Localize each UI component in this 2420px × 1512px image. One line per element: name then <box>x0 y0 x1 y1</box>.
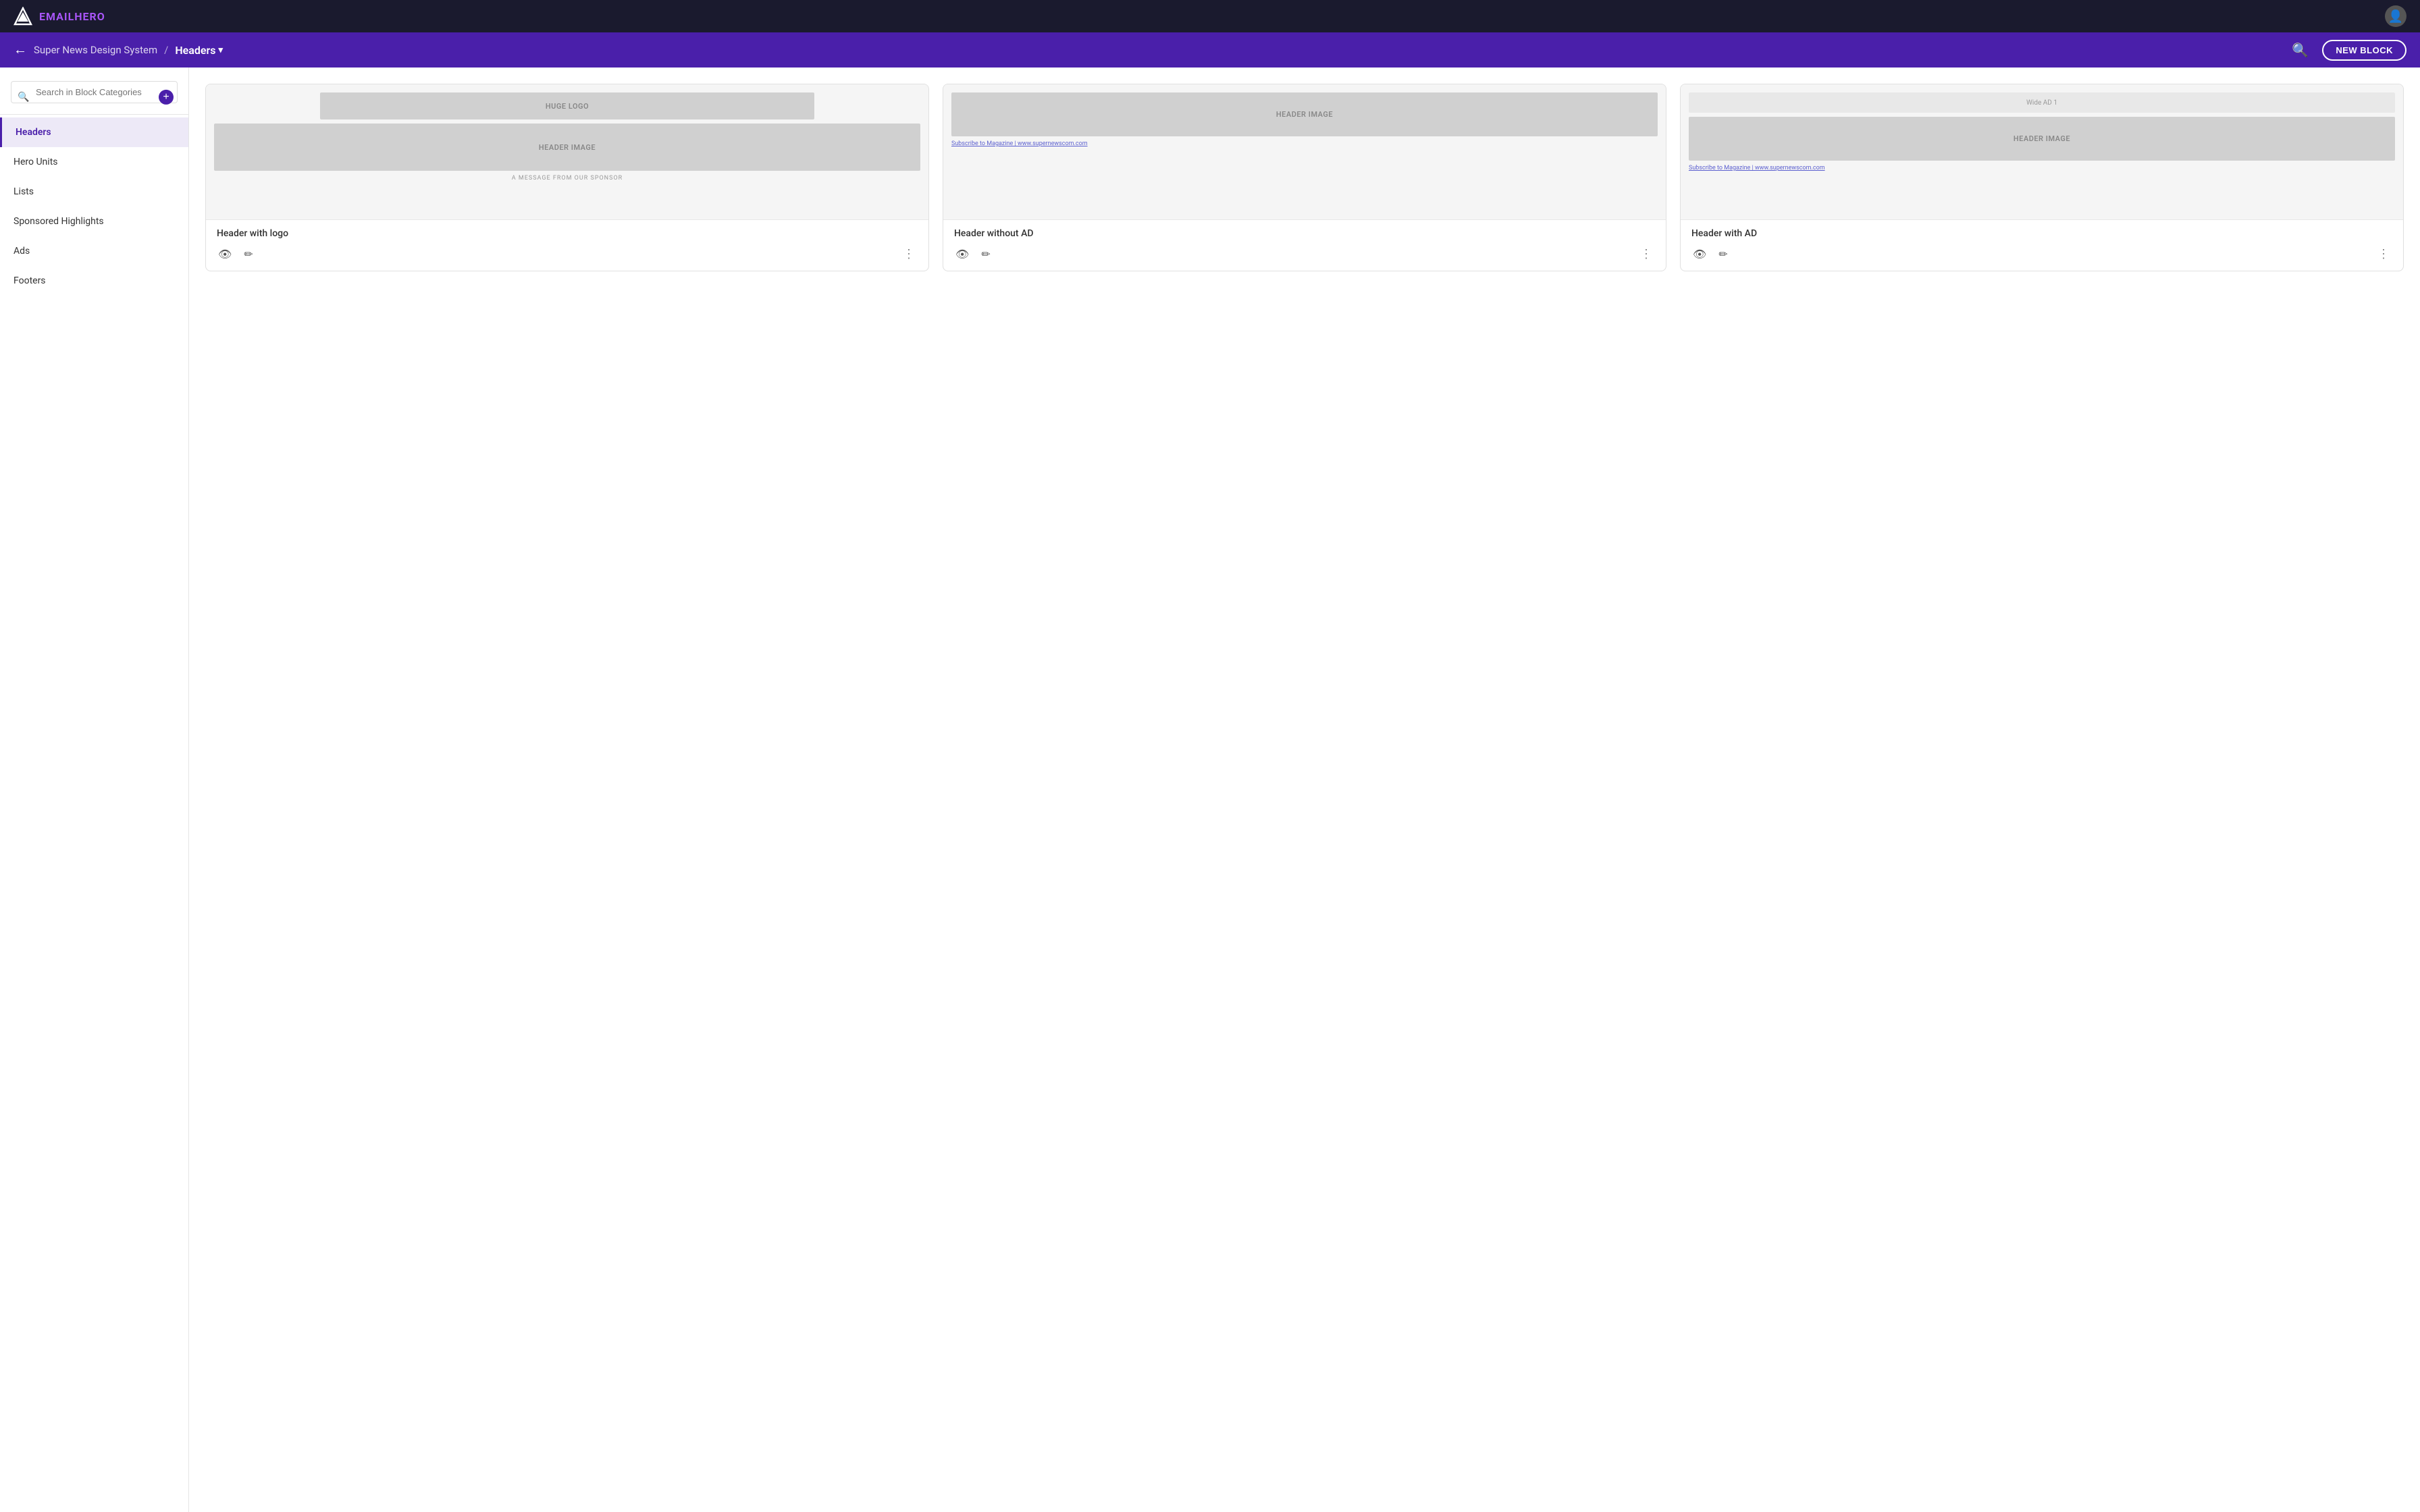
view-button-header-ad[interactable]: 👁 <box>1691 246 1708 263</box>
card-footer-header-logo: Header with logo 👁 ✏ ⋮ <box>206 219 928 271</box>
edit-button-header-logo[interactable]: ✏ <box>242 246 254 263</box>
breadcrumb-left: ← Super News Design System / Headers ▾ <box>14 43 223 57</box>
user-avatar[interactable]: 👤 <box>2385 5 2406 27</box>
breadcrumb-separator: / <box>164 44 168 56</box>
card-action-left-header-logo: 👁 ✏ <box>217 246 255 263</box>
sidebar-item-headers[interactable]: Headers <box>0 117 188 147</box>
main-layout: 🔍 + Headers Hero Units Lists Sponsored H… <box>0 68 2420 1512</box>
more-button-header-ad[interactable]: ⋮ <box>2375 246 2392 263</box>
card-title-header-ad: Header with AD <box>1691 228 2392 239</box>
breadcrumb-current: Headers ▾ <box>175 44 223 57</box>
top-navigation: EMAILHERO 👤 <box>0 0 2420 32</box>
eye-icon: 👁 <box>1693 248 1706 261</box>
eye-icon: 👁 <box>955 248 969 261</box>
card-actions-header-no-ad: 👁 ✏ ⋮ <box>954 246 1655 263</box>
edit-button-header-no-ad[interactable]: ✏ <box>980 246 991 263</box>
sidebar: 🔍 + Headers Hero Units Lists Sponsored H… <box>0 68 189 1512</box>
edit-button-header-ad[interactable]: ✏ <box>1717 246 1729 263</box>
card-actions-header-ad: 👁 ✏ ⋮ <box>1691 246 2392 263</box>
breadcrumb-right: 🔍 NEW BLOCK <box>2289 39 2406 61</box>
view-button-header-logo[interactable]: 👁 <box>217 246 233 263</box>
cards-grid: HUGE LOGO HEADER IMAGE A MESSAGE FROM OU… <box>205 84 2404 271</box>
card-header-without-ad: HEADER IMAGE Subscribe to Magazine | www… <box>943 84 1666 271</box>
edit-icon: ✏ <box>244 248 253 261</box>
search-icon: 🔍 <box>18 92 29 103</box>
edit-icon: ✏ <box>981 248 990 261</box>
sidebar-item-lists[interactable]: Lists <box>0 177 188 207</box>
sidebar-item-hero-units[interactable]: Hero Units <box>0 147 188 177</box>
card-action-left-ad: 👁 ✏ <box>1691 246 1729 263</box>
app-name: EMAILHERO <box>39 10 105 23</box>
sidebar-divider <box>0 114 188 115</box>
mock-header-image-logo: HEADER IMAGE <box>214 124 920 171</box>
search-add-button[interactable]: + <box>159 89 174 104</box>
search-button[interactable]: 🔍 <box>2289 39 2311 61</box>
card-actions-header-logo: 👁 ✏ ⋮ <box>217 246 918 263</box>
card-preview-header-ad: Wide AD 1 HEADER IMAGE Subscribe to Maga… <box>1681 84 2403 219</box>
mock-subscribe-links-ad: Subscribe to Magazine | www.supernewscom… <box>1689 165 2395 171</box>
content-area: HUGE LOGO HEADER IMAGE A MESSAGE FROM OU… <box>189 68 2420 1512</box>
card-title-header-no-ad: Header without AD <box>954 228 1655 239</box>
view-button-header-no-ad[interactable]: 👁 <box>954 246 970 263</box>
mock-header-image-ad: HEADER IMAGE <box>1689 117 2395 161</box>
mock-huge-logo: HUGE LOGO <box>320 92 814 119</box>
mock-sponsor-text: A MESSAGE FROM OUR SPONSOR <box>214 175 920 182</box>
card-header-with-ad: Wide AD 1 HEADER IMAGE Subscribe to Maga… <box>1680 84 2404 271</box>
mock-wide-ad: Wide AD 1 <box>1689 92 2395 113</box>
sidebar-item-sponsored-highlights[interactable]: Sponsored Highlights <box>0 207 188 236</box>
mock-header-image-no-ad: HEADER IMAGE <box>951 92 1658 136</box>
card-preview-header-logo: HUGE LOGO HEADER IMAGE A MESSAGE FROM OU… <box>206 84 928 219</box>
breadcrumb-parent: Super News Design System <box>34 44 157 56</box>
sidebar-item-footers[interactable]: Footers <box>0 266 188 296</box>
edit-icon: ✏ <box>1718 248 1727 261</box>
logo-area: EMAILHERO <box>14 7 105 26</box>
new-block-button[interactable]: NEW BLOCK <box>2322 40 2406 61</box>
eye-icon: 👁 <box>218 248 232 261</box>
card-header-with-logo: HUGE LOGO HEADER IMAGE A MESSAGE FROM OU… <box>205 84 929 271</box>
breadcrumb-bar: ← Super News Design System / Headers ▾ 🔍… <box>0 32 2420 68</box>
mock-links-no-ad: Subscribe to Magazine | www.supernewscom… <box>951 140 1658 147</box>
card-footer-header-ad: Header with AD 👁 ✏ ⋮ <box>1681 219 2403 271</box>
more-button-header-no-ad[interactable]: ⋮ <box>1637 246 1655 263</box>
logo-icon <box>14 7 32 26</box>
search-container: 🔍 + <box>0 81 188 114</box>
sidebar-item-ads[interactable]: Ads <box>0 236 188 266</box>
more-button-header-logo[interactable]: ⋮ <box>900 246 918 263</box>
card-title-header-logo: Header with logo <box>217 228 918 239</box>
back-button[interactable]: ← <box>14 43 27 57</box>
card-footer-header-no-ad: Header without AD 👁 ✏ ⋮ <box>943 219 1666 271</box>
card-action-left-no-ad: 👁 ✏ <box>954 246 992 263</box>
card-preview-header-no-ad: HEADER IMAGE Subscribe to Magazine | www… <box>943 84 1666 219</box>
search-input[interactable] <box>11 81 178 103</box>
